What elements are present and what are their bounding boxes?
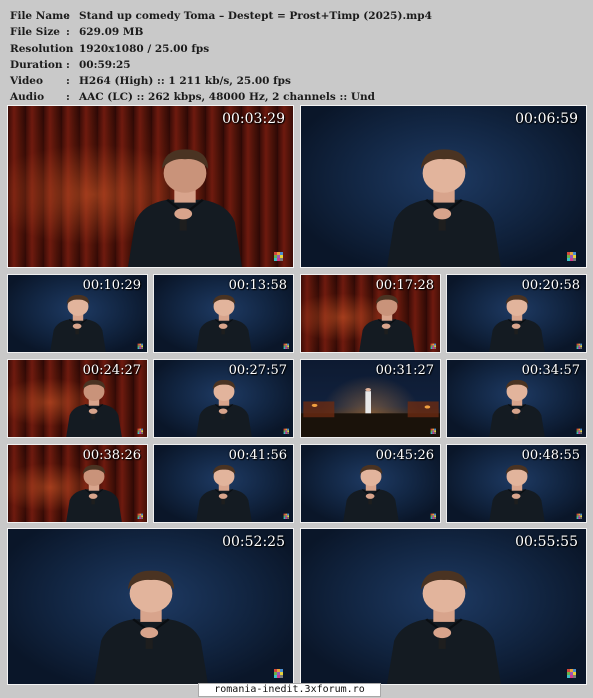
media-info-panel: File Name : Stand up comedy Toma – Deste… (10, 8, 432, 106)
comedian-figure (355, 549, 533, 684)
info-value: 1920x1080 / 25.00 fps (79, 42, 210, 55)
thumbnail-timestamp: 00:48:55 (521, 448, 580, 463)
comedian-figure (473, 369, 560, 437)
video-thumbnail: 00:20:58 (446, 274, 587, 353)
info-separator: : (66, 42, 70, 55)
comedian-figure (327, 454, 414, 522)
video-thumbnail: 00:45:26 (300, 444, 441, 523)
info-value: H264 (High) :: 1 211 kb/s, 25.00 fps (79, 75, 291, 88)
info-row-duration: Duration : 00:59:25 (10, 57, 432, 73)
info-row-video: Video : H264 (High) :: 1 211 kb/s, 25.00… (10, 73, 432, 89)
comedian-figure (62, 549, 240, 684)
video-thumbnail: 00:06:59 (300, 105, 587, 268)
comedian-figure (473, 284, 560, 352)
video-thumbnail: 00:34:57 (446, 359, 587, 438)
comedian-figure (51, 454, 138, 522)
info-separator: : (66, 91, 70, 104)
comedian-figure (96, 127, 274, 267)
thumbnail-timestamp: 00:17:28 (375, 278, 434, 293)
info-separator: : (66, 58, 70, 71)
channel-logo-icon (567, 669, 576, 678)
comedian-figure (180, 284, 267, 352)
channel-logo-icon (283, 513, 289, 519)
info-key: Video (10, 75, 43, 88)
info-key: File Size (10, 26, 60, 39)
comedian-figure (344, 284, 431, 352)
comedian-figure (34, 284, 121, 352)
video-thumbnail: 00:38:26 (7, 444, 148, 523)
thumbnail-timestamp: 00:41:56 (228, 448, 287, 463)
video-thumbnail: 00:27:57 (153, 359, 294, 438)
video-thumbnail: 00:41:56 (153, 444, 294, 523)
comedian-figure (51, 369, 138, 437)
info-row-file-size: File Size : 629.09 MB (10, 24, 432, 40)
thumbnail-timestamp: 00:03:29 (222, 111, 285, 127)
channel-logo-icon (576, 513, 582, 519)
footer-watermark: romania-inedit.3xforum.ro (198, 683, 381, 697)
info-separator: : (66, 10, 70, 22)
channel-logo-icon (283, 428, 289, 434)
thumbnail-timestamp: 00:31:27 (375, 363, 434, 378)
video-thumbnail: 00:13:58 (153, 274, 294, 353)
thumbnail-timestamp: 00:06:59 (515, 111, 578, 127)
thumbnail-timestamp: 00:24:27 (82, 363, 141, 378)
info-value: AAC (LC) :: 262 kbps, 48000 Hz, 2 channe… (79, 91, 376, 104)
video-thumbnail: 00:10:29 (7, 274, 148, 353)
video-thumbnail: 00:48:55 (446, 444, 587, 523)
info-row-resolution: Resolution : 1920x1080 / 25.00 fps (10, 41, 432, 57)
comedian-figure (355, 127, 533, 267)
thumbnail-timestamp: 00:20:58 (521, 278, 580, 293)
channel-logo-icon (430, 513, 436, 519)
info-key: Resolution (10, 42, 74, 55)
comedian-figure (473, 454, 560, 522)
channel-logo-icon (283, 343, 289, 349)
thumbnail-timestamp: 00:34:57 (521, 363, 580, 378)
info-key: File Name (10, 10, 70, 22)
channel-logo-icon (430, 428, 436, 434)
thumbnail-timestamp: 00:10:29 (82, 278, 141, 293)
video-thumbnail: 00:52:25 (7, 528, 294, 685)
thumbnail-timestamp: 00:13:58 (228, 278, 287, 293)
info-separator: : (66, 26, 70, 39)
channel-logo-icon (137, 513, 143, 519)
channel-logo-icon (274, 252, 283, 261)
channel-logo-icon (576, 428, 582, 434)
info-row-file-name: File Name : Stand up comedy Toma – Deste… (10, 8, 432, 24)
channel-logo-icon (576, 343, 582, 349)
info-value: Stand up comedy Toma – Destept = Prost+T… (79, 10, 432, 22)
thumbnail-timestamp: 00:45:26 (375, 448, 434, 463)
info-key: Audio (10, 91, 45, 104)
thumbnail-timestamp: 00:27:57 (228, 363, 287, 378)
video-thumbnail: 00:31:27 (300, 359, 441, 438)
info-row-audio: Audio : AAC (LC) :: 262 kbps, 48000 Hz, … (10, 89, 432, 105)
info-value: 629.09 MB (79, 26, 144, 39)
thumbnail-timestamp: 00:38:26 (82, 448, 141, 463)
thumbnail-grid: 00:03:29 00:06:59 00:10:29 00:13:58 00:1… (7, 105, 587, 685)
video-thumbnail: 00:24:27 (7, 359, 148, 438)
thumbnail-timestamp: 00:55:55 (515, 534, 578, 550)
info-key: Duration (10, 58, 63, 71)
channel-logo-icon (274, 669, 283, 678)
thumbnail-timestamp: 00:52:25 (222, 534, 285, 550)
comedian-figure (180, 454, 267, 522)
video-thumbnail: 00:17:28 (300, 274, 441, 353)
video-thumbnail: 00:03:29 (7, 105, 294, 268)
channel-logo-icon (430, 343, 436, 349)
channel-logo-icon (137, 343, 143, 349)
channel-logo-icon (567, 252, 576, 261)
channel-logo-icon (137, 428, 143, 434)
info-value: 00:59:25 (79, 58, 131, 71)
info-separator: : (66, 75, 70, 88)
comedian-figure (180, 369, 267, 437)
video-thumbnail: 00:55:55 (300, 528, 587, 685)
